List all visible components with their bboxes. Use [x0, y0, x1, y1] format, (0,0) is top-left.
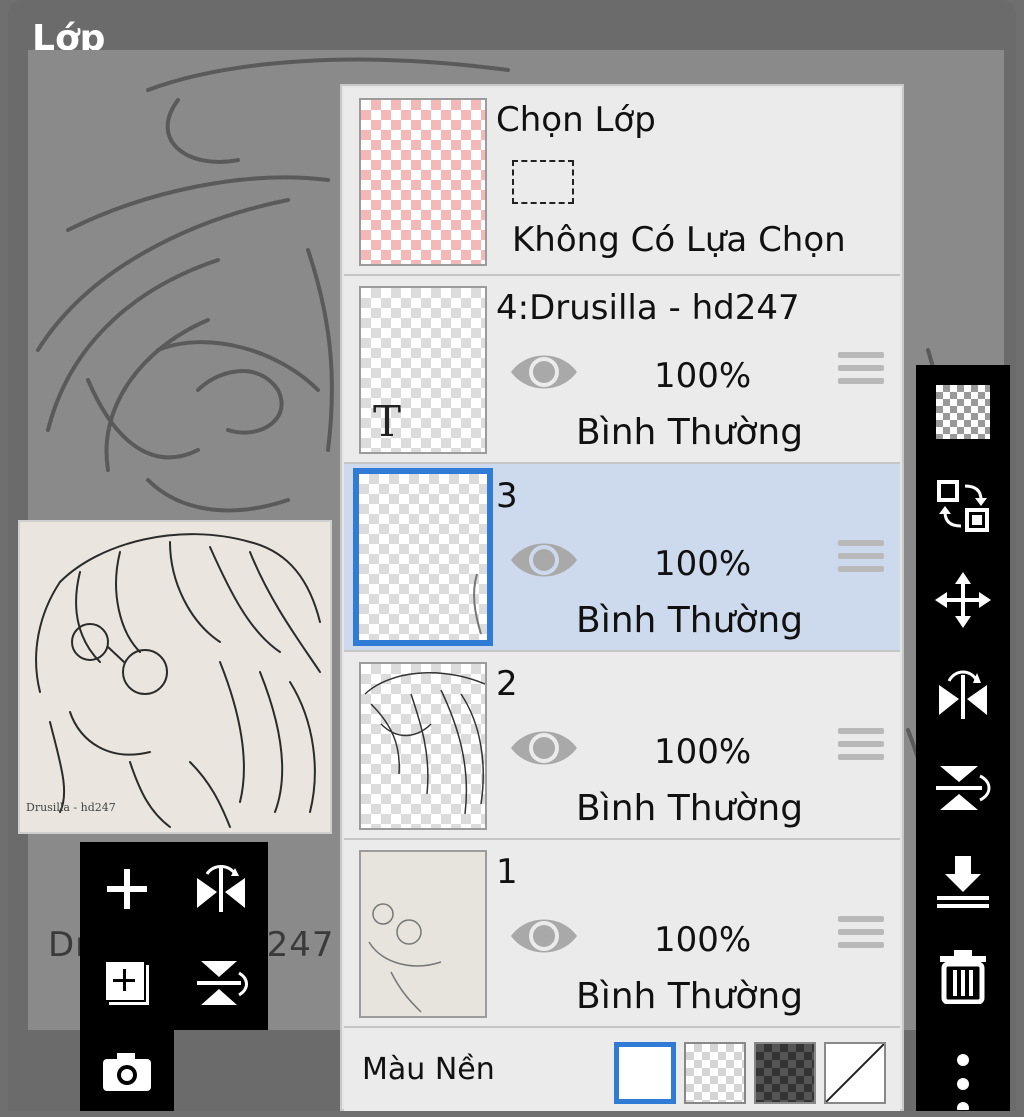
layer-opacity[interactable]: 100% [654, 356, 751, 396]
selection-marquee-icon [512, 160, 574, 204]
canvas-preview[interactable]: Drusilla - hd247 [18, 520, 332, 834]
flip-horizontal-button[interactable] [174, 842, 268, 936]
drag-handle-icon[interactable] [838, 728, 884, 770]
transparency-icon [936, 385, 990, 439]
background-checker-dark-swatch[interactable] [754, 1042, 816, 1104]
visibility-eye-icon[interactable] [509, 912, 579, 960]
move-layer-button[interactable] [916, 553, 1010, 647]
flip-vertical-icon [936, 766, 991, 810]
selection-thumbnail [359, 98, 487, 266]
flip-vertical-button[interactable] [174, 936, 268, 1030]
layer-name: 3 [496, 476, 518, 516]
layer-thumbnail: T [359, 286, 487, 454]
layer-thumbnail [353, 468, 493, 646]
layer-blend-mode[interactable]: Bình Thường [576, 412, 803, 453]
layer-row[interactable]: 3 100% Bình Thường [344, 464, 900, 652]
layer-opacity[interactable]: 100% [654, 732, 751, 772]
duplicate-layer-button[interactable] [80, 936, 174, 1030]
drag-handle-icon[interactable] [838, 352, 884, 394]
transparency-lock-button[interactable] [916, 365, 1010, 459]
flip-horizontal-icon [197, 865, 245, 912]
selection-title: Chọn Lớp [496, 100, 656, 140]
preview-sketch [35, 533, 321, 828]
drag-handle-icon[interactable] [838, 916, 884, 958]
add-layer-icon [107, 869, 147, 909]
flip-layer-horizontal-button[interactable] [916, 647, 1010, 741]
layer-opacity[interactable]: 100% [654, 920, 751, 960]
layer-blend-mode[interactable]: Bình Thường [576, 976, 803, 1017]
more-options-button[interactable] [916, 1023, 1010, 1117]
background-white-swatch[interactable] [614, 1042, 676, 1104]
no-background-icon [825, 1043, 885, 1103]
move-icon [935, 572, 991, 628]
flip-vertical-icon [197, 961, 248, 1005]
merge-down-button[interactable] [916, 835, 1010, 929]
duplicate-layer-icon [104, 960, 149, 1005]
layer-blend-mode[interactable]: Bình Thường [576, 788, 803, 829]
text-layer-icon: T [373, 397, 402, 446]
layer-opacity[interactable]: 100% [654, 544, 751, 584]
background-color-row: Màu Nền [344, 1028, 900, 1111]
visibility-eye-icon[interactable] [509, 536, 579, 584]
more-icon [957, 1054, 969, 1110]
left-toolbar [80, 842, 268, 1030]
preview-signature: Drusilla - hd247 [26, 801, 116, 814]
merge-down-icon [937, 856, 989, 908]
swap-layers-button[interactable] [916, 459, 1010, 553]
add-layer-button[interactable] [80, 842, 174, 936]
background-color-label: Màu Nền [362, 1052, 495, 1087]
camera-icon [103, 1052, 151, 1091]
layer-thumbnail [359, 662, 487, 830]
background-checker-light-swatch[interactable] [684, 1042, 746, 1104]
drag-handle-icon[interactable] [838, 540, 884, 582]
layer-name: 1 [496, 852, 518, 892]
layer-row[interactable]: T 4:Drusilla - hd247 100% Bình Thường [344, 276, 900, 464]
layers-panel: Chọn Lớp Không Có Lựa Chọn T 4:Drusilla … [340, 84, 904, 1111]
flip-horizontal-icon [939, 670, 987, 719]
layer-row[interactable]: 2 100% Bình Thường [344, 652, 900, 840]
visibility-eye-icon[interactable] [509, 348, 579, 396]
background-none-swatch[interactable] [824, 1042, 886, 1104]
selection-status: Không Có Lựa Chọn [512, 220, 846, 260]
layer-thumbnail [359, 850, 487, 1018]
visibility-eye-icon[interactable] [509, 724, 579, 772]
layer-name: 4:Drusilla - hd247 [496, 288, 800, 328]
layer-blend-mode[interactable]: Bình Thường [576, 600, 803, 641]
delete-icon [940, 950, 986, 1004]
layer-name: 2 [496, 664, 518, 704]
right-toolbar [916, 365, 1010, 1111]
camera-button[interactable] [80, 1030, 174, 1111]
layer-row[interactable]: 1 100% Bình Thường [344, 840, 900, 1028]
flip-layer-vertical-button[interactable] [916, 741, 1010, 835]
selection-layer-row[interactable]: Chọn Lớp Không Có Lựa Chọn [344, 88, 900, 276]
delete-layer-button[interactable] [916, 929, 1010, 1023]
swap-icon [937, 480, 989, 532]
